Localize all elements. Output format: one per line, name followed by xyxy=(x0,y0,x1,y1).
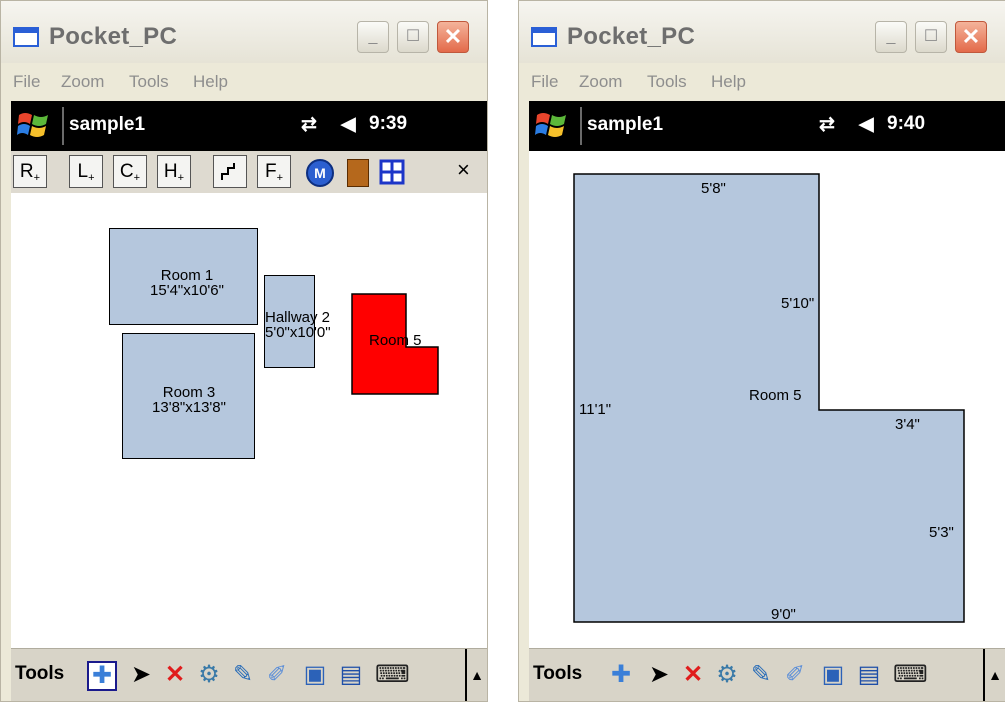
keyboard-icon[interactable]: ⌨ xyxy=(375,661,410,689)
dim-inner-vertical: 5'10" xyxy=(781,295,815,312)
floorplan-canvas[interactable]: Room 1 15'4"x10'6" Hallway 2 5'0"x10'0" … xyxy=(11,193,487,649)
gear-icon[interactable]: ⚙ xyxy=(195,661,223,689)
add-floor-button[interactable]: F+ xyxy=(257,155,291,188)
properties-icon[interactable]: ✐ xyxy=(781,661,809,689)
save-icon[interactable]: ▤ xyxy=(337,661,365,689)
menu-zoom[interactable]: Zoom xyxy=(61,72,104,92)
device-taskbar: sample1 ⇄ ◀ 9:39 xyxy=(11,101,487,151)
connectivity-icon[interactable]: ⇄ xyxy=(301,113,317,136)
room-5-label: Room 5 xyxy=(369,332,422,349)
edit-icon[interactable]: ✎ xyxy=(747,661,775,689)
add-stairs-button[interactable] xyxy=(213,155,247,188)
add-icon[interactable]: ✚ xyxy=(607,661,635,689)
room-3-size: 13'8"x13'8" xyxy=(152,399,226,416)
menu-help[interactable]: Help xyxy=(711,72,746,92)
properties-icon[interactable]: ✐ xyxy=(263,661,291,689)
door-icon[interactable] xyxy=(347,159,369,187)
room-1-name: Room 1 xyxy=(160,267,214,284)
room-detail-canvas[interactable]: 5'8" 5'10" Room 5 11'1" 3'4" 5'3" 9'0" xyxy=(529,151,1005,649)
add-closet-label: C xyxy=(119,161,134,182)
add-hallway-label: H xyxy=(163,161,178,182)
room-3-name: Room 3 xyxy=(162,384,216,401)
sip-arrow-icon[interactable]: ▲ xyxy=(465,649,487,701)
dim-left: 11'1" xyxy=(579,401,612,418)
bottom-toolbar: Tools ✚ ➤ ✕ ⚙ ✎ ✐ ▣ ▤ ⌨ ▲ xyxy=(529,648,1005,701)
minimize-button[interactable]: _ xyxy=(357,21,389,53)
save-icon[interactable]: ▤ xyxy=(855,661,883,689)
pocketpc-window-left: Pocket_PC _ ☐ ✕ File Zoom Tools Help sam… xyxy=(0,0,488,702)
close-button[interactable]: ✕ xyxy=(437,21,469,53)
add-room-label: R xyxy=(19,161,34,182)
close-button[interactable]: ✕ xyxy=(955,21,987,53)
stairs-icon xyxy=(221,162,235,180)
menu-bar: File Zoom Tools Help xyxy=(519,63,1005,101)
task-title: sample1 xyxy=(69,114,146,135)
hallway-2-label: Hallway 2 5'0"x10'0" xyxy=(265,310,331,340)
add-room-button[interactable]: R+ xyxy=(13,155,47,188)
pointer-icon[interactable]: ➤ xyxy=(645,661,673,689)
add-hallway-button[interactable]: H+ xyxy=(157,155,191,188)
windows-flag-icon[interactable] xyxy=(17,109,51,141)
title-bar: Pocket_PC _ ☐ ✕ xyxy=(1,1,487,63)
tools-label[interactable]: Tools xyxy=(533,663,582,685)
dim-top: 5'8" xyxy=(701,180,726,197)
close-toolbar-icon[interactable]: × xyxy=(457,157,470,183)
window-app-icon xyxy=(531,27,557,47)
add-l-shape-button[interactable]: L+ xyxy=(69,155,103,188)
window-icon[interactable]: ▣ xyxy=(819,661,847,689)
device-taskbar: sample1 ⇄ ◀ 9:40 xyxy=(529,101,1005,151)
window-grid-icon[interactable] xyxy=(379,159,405,185)
keyboard-icon[interactable]: ⌨ xyxy=(893,661,928,689)
taskbar-separator xyxy=(62,107,64,145)
room-1-label: Room 1 15'4"x10'6" xyxy=(127,268,247,298)
volume-icon[interactable]: ◀ xyxy=(859,113,874,136)
menu-zoom[interactable]: Zoom xyxy=(579,72,622,92)
menu-file[interactable]: File xyxy=(13,72,40,92)
hallway-2-size: 5'0"x10'0" xyxy=(265,324,331,341)
window-icon[interactable]: ▣ xyxy=(301,661,329,689)
tools-label[interactable]: Tools xyxy=(15,663,64,685)
menu-help[interactable]: Help xyxy=(193,72,228,92)
dim-right: 5'3" xyxy=(929,524,954,541)
add-closet-button[interactable]: C+ xyxy=(113,155,147,188)
room-1-size: 15'4"x10'6" xyxy=(150,282,224,299)
drawing-toolbar: R+ L+ C+ H+ F+ M × xyxy=(11,151,487,194)
minimize-button[interactable]: _ xyxy=(875,21,907,53)
window-title: Pocket_PC xyxy=(49,23,178,50)
dim-bottom: 9'0" xyxy=(771,606,796,623)
window-app-icon xyxy=(13,27,39,47)
hallway-2-name: Hallway 2 xyxy=(265,309,331,326)
task-title: sample1 xyxy=(587,114,664,135)
add-floor-label: F xyxy=(264,161,277,182)
pointer-icon[interactable]: ➤ xyxy=(127,661,155,689)
room-3-label: Room 3 13'8"x13'8" xyxy=(129,385,249,415)
maximize-button[interactable]: ☐ xyxy=(915,21,947,53)
pocketpc-window-right: Pocket_PC _ ☐ ✕ File Zoom Tools Help sam… xyxy=(518,0,1005,702)
svg-text:M: M xyxy=(314,165,326,181)
menu-tools[interactable]: Tools xyxy=(129,72,169,92)
connectivity-icon[interactable]: ⇄ xyxy=(819,113,835,136)
menu-tools[interactable]: Tools xyxy=(647,72,687,92)
clock[interactable]: 9:39 xyxy=(369,113,407,135)
volume-icon[interactable]: ◀ xyxy=(341,113,356,136)
menu-bar: File Zoom Tools Help xyxy=(1,63,487,101)
windows-flag-icon[interactable] xyxy=(535,109,569,141)
bottom-toolbar: Tools ✚ ➤ ✕ ⚙ ✎ ✐ ▣ ▤ ⌨ ▲ xyxy=(11,648,487,701)
delete-icon[interactable]: ✕ xyxy=(679,661,707,689)
gear-icon[interactable]: ⚙ xyxy=(713,661,741,689)
title-bar: Pocket_PC _ ☐ ✕ xyxy=(519,1,1005,63)
add-icon[interactable]: ✚ xyxy=(87,661,117,691)
sip-arrow-icon[interactable]: ▲ xyxy=(983,649,1005,701)
room-5-name: Room 5 xyxy=(749,387,802,404)
taskbar-separator xyxy=(580,107,582,145)
window-title: Pocket_PC xyxy=(567,23,696,50)
maximize-button[interactable]: ☐ xyxy=(397,21,429,53)
clock[interactable]: 9:40 xyxy=(887,113,925,135)
dim-inner-horizontal: 3'4" xyxy=(895,416,920,433)
m-circle-icon[interactable]: M xyxy=(305,158,335,188)
delete-icon[interactable]: ✕ xyxy=(161,661,189,689)
add-l-shape-label: L xyxy=(77,161,89,182)
edit-icon[interactable]: ✎ xyxy=(229,661,257,689)
menu-file[interactable]: File xyxy=(531,72,558,92)
